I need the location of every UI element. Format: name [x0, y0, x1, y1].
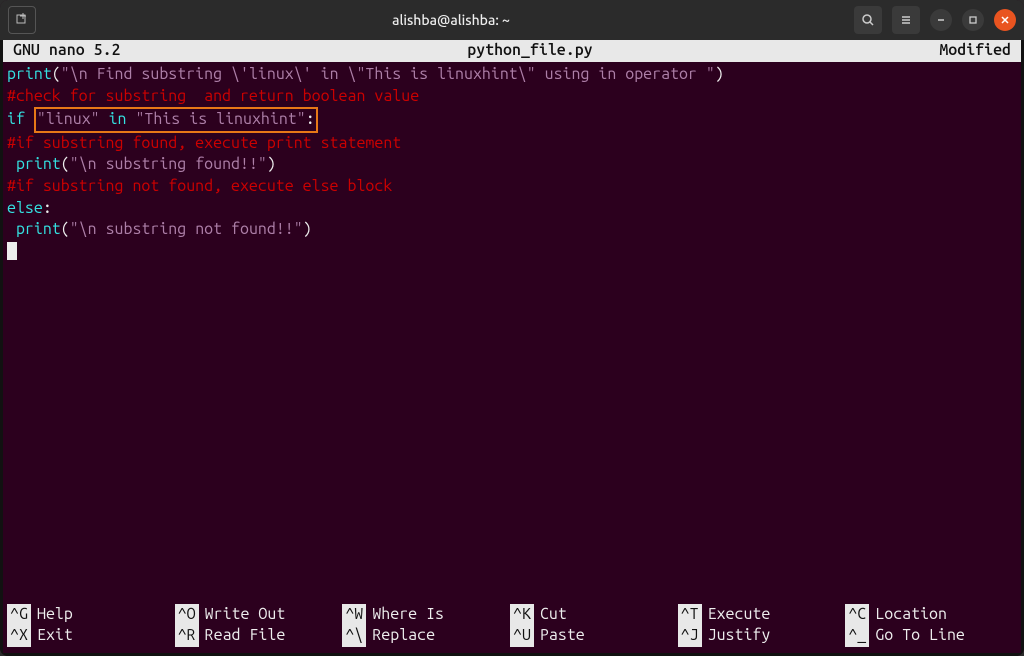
- shortcut-label: Go To Line: [875, 625, 965, 647]
- shortcut-key: ^T: [678, 604, 702, 626]
- shortcut-location[interactable]: ^C Location: [845, 604, 1013, 626]
- shortcut-label: Exit: [37, 625, 73, 647]
- shortcut-readfile[interactable]: ^R Read File: [175, 625, 343, 647]
- shortcut-gotoline[interactable]: ^_ Go To Line: [845, 625, 1013, 647]
- code-token: if: [7, 110, 25, 128]
- shortcut-key: ^U: [510, 625, 534, 647]
- code-token: [25, 110, 34, 128]
- highlight-box: "linux" in "This is linuxhint":: [34, 107, 318, 133]
- titlebar: alishba@alishba: ~: [0, 0, 1024, 40]
- code-token: :: [306, 110, 315, 128]
- shortcut-row: ^G Help ^O Write Out ^W Where Is ^K Cut ^T Ex…: [7, 604, 1017, 626]
- code-token: [7, 220, 16, 238]
- shortcut-label: Location: [875, 604, 947, 626]
- nano-filename: python_file.py: [121, 40, 940, 62]
- code-token: [7, 155, 16, 173]
- code-token: "linux": [37, 110, 100, 128]
- terminal-window: alishba@alishba: ~ GNU nano 5.2 python_f…: [0, 0, 1024, 656]
- shortcut-writeout[interactable]: ^O Write Out: [175, 604, 343, 626]
- shortcut-key: ^J: [678, 625, 702, 647]
- code-comment: #if substring found, execute print state…: [7, 134, 401, 152]
- nano-shortcuts: ^G Help ^O Write Out ^W Where Is ^K Cut ^T Ex…: [3, 602, 1021, 653]
- shortcut-key: ^X: [7, 625, 31, 647]
- code-token: ): [267, 155, 276, 173]
- code-token: print: [16, 155, 61, 173]
- code-token: (: [61, 155, 70, 173]
- shortcut-label: Execute: [708, 604, 771, 626]
- shortcut-label: Replace: [372, 625, 435, 647]
- shortcut-execute[interactable]: ^T Execute: [678, 604, 846, 626]
- code-token: print: [7, 65, 52, 83]
- code-comment: #if substring not found, execute else bl…: [7, 177, 392, 195]
- code-token: :: [43, 199, 52, 217]
- shortcut-key: ^K: [510, 604, 534, 626]
- shortcut-justify[interactable]: ^J Justify: [678, 625, 846, 647]
- shortcut-exit[interactable]: ^X Exit: [7, 625, 175, 647]
- shortcut-whereis[interactable]: ^W Where Is: [342, 604, 510, 626]
- menu-button[interactable]: [892, 6, 920, 34]
- shortcut-key: ^G: [7, 604, 31, 626]
- code-token: in: [100, 110, 136, 128]
- close-button[interactable]: [994, 9, 1016, 31]
- code-token: "\n Find substring \'linux\' in \"This i…: [61, 65, 715, 83]
- shortcut-key: ^C: [845, 604, 869, 626]
- shortcut-key: ^\: [342, 625, 366, 647]
- code-token: else: [7, 199, 43, 217]
- code-token: ): [303, 220, 312, 238]
- window-title: alishba@alishba: ~: [48, 12, 854, 28]
- shortcut-key: ^_: [845, 625, 869, 647]
- shortcut-help[interactable]: ^G Help: [7, 604, 175, 626]
- nano-header: GNU nano 5.2 python_file.py Modified: [3, 40, 1021, 62]
- code-token: print: [16, 220, 61, 238]
- shortcut-label: Read File: [205, 625, 286, 647]
- window-controls: [854, 6, 1016, 34]
- code-comment: #check for substring and return boolean …: [7, 87, 419, 105]
- code-token: "\n substring not found!!": [70, 220, 303, 238]
- editor-body[interactable]: print("\n Find substring \'linux\' in \"…: [3, 62, 1021, 602]
- shortcut-label: Justify: [708, 625, 771, 647]
- shortcut-replace[interactable]: ^\ Replace: [342, 625, 510, 647]
- shortcut-label: Help: [37, 604, 73, 626]
- shortcut-label: Cut: [540, 604, 567, 626]
- code-token: ): [715, 65, 724, 83]
- shortcut-row: ^X Exit ^R Read File ^\ Replace ^U Paste ^J J…: [7, 625, 1017, 647]
- shortcut-label: Paste: [540, 625, 585, 647]
- shortcut-key: ^O: [175, 604, 199, 626]
- nano-status: Modified: [939, 40, 1011, 62]
- code-token: "This is linuxhint": [135, 110, 305, 128]
- shortcut-label: Where Is: [372, 604, 444, 626]
- code-token: (: [61, 220, 70, 238]
- shortcut-key: ^W: [342, 604, 366, 626]
- shortcut-cut[interactable]: ^K Cut: [510, 604, 678, 626]
- new-tab-icon[interactable]: [8, 6, 36, 34]
- text-cursor: [7, 242, 17, 260]
- shortcut-paste[interactable]: ^U Paste: [510, 625, 678, 647]
- maximize-button[interactable]: [962, 9, 984, 31]
- shortcut-key: ^R: [175, 625, 199, 647]
- code-token: (: [52, 65, 61, 83]
- search-button[interactable]: [854, 6, 882, 34]
- code-token: "\n substring found!!": [70, 155, 267, 173]
- shortcut-label: Write Out: [205, 604, 286, 626]
- nano-version: GNU nano 5.2: [13, 40, 121, 62]
- terminal-area[interactable]: GNU nano 5.2 python_file.py Modified pri…: [0, 40, 1024, 656]
- minimize-button[interactable]: [930, 9, 952, 31]
